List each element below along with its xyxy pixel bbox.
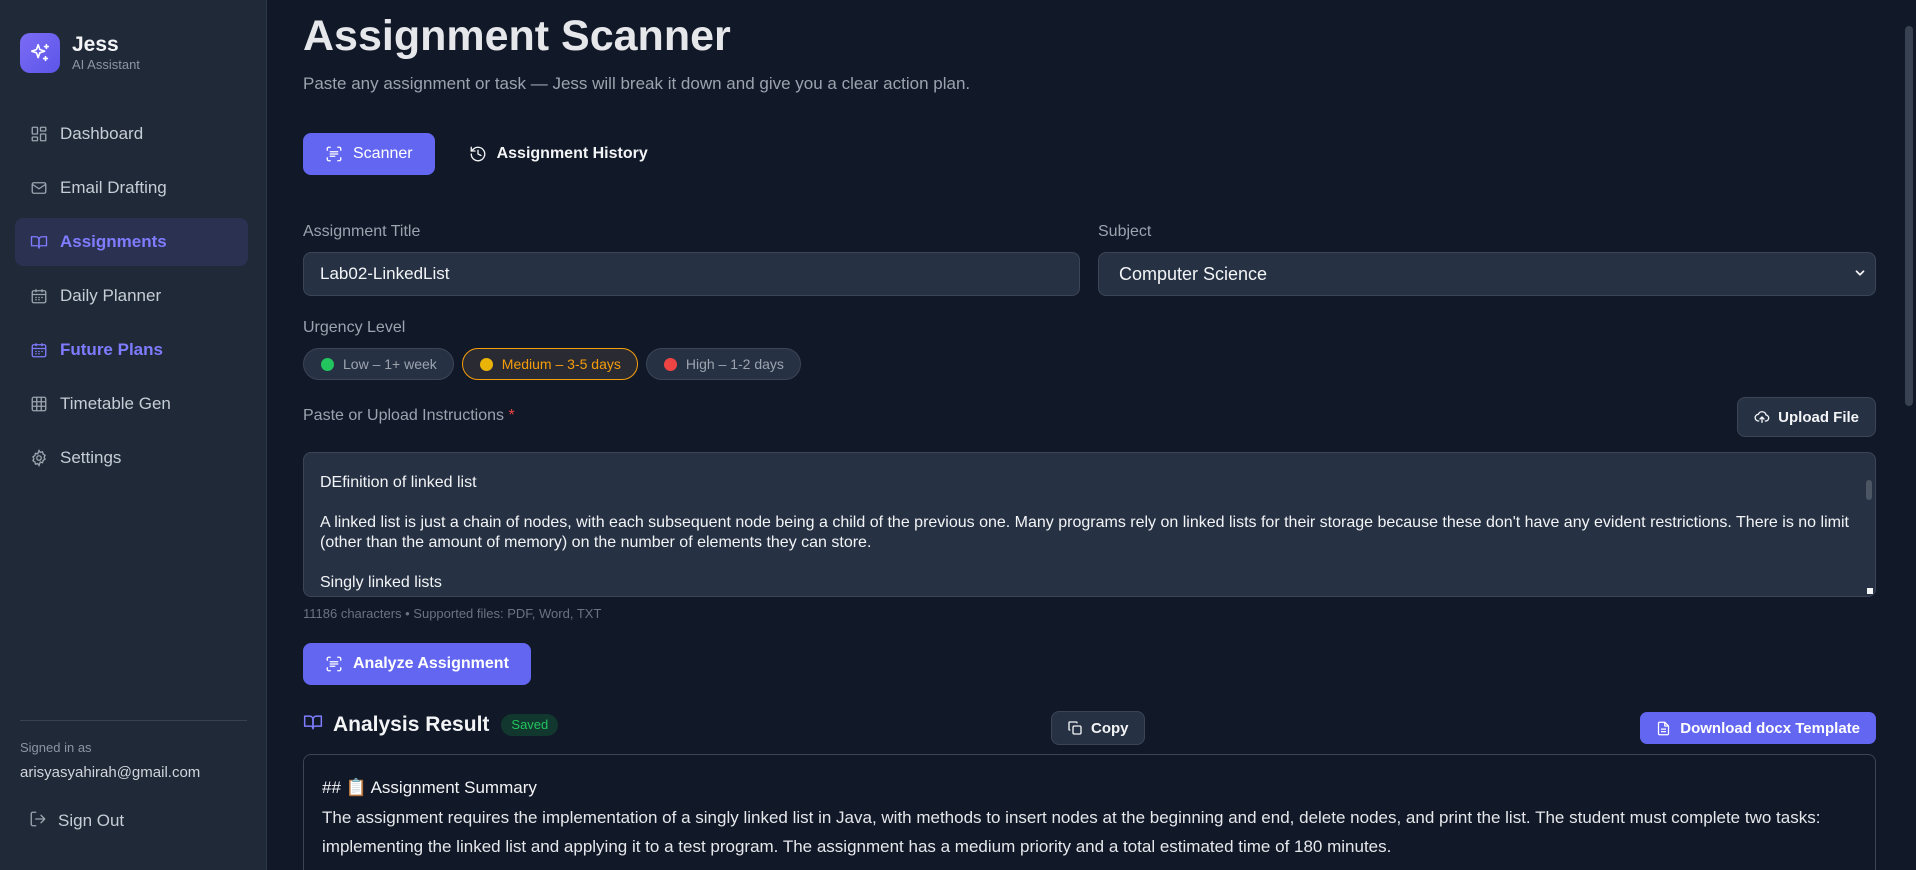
upload-file-button[interactable]: Upload File bbox=[1737, 397, 1876, 437]
sidebar-item-email-drafting[interactable]: Email Drafting bbox=[15, 164, 248, 212]
grid-icon bbox=[29, 394, 49, 414]
page-scrollbar[interactable] bbox=[1905, 26, 1913, 406]
tab-scanner-label: Scanner bbox=[353, 145, 413, 162]
urgency-label: Urgency Level bbox=[303, 319, 406, 336]
dashboard-icon bbox=[29, 124, 49, 144]
urgency-high-label: High – 1-2 days bbox=[685, 356, 784, 372]
sidebar-item-settings[interactable]: Settings bbox=[15, 434, 248, 482]
analyze-assignment-button[interactable]: Analyze Assignment bbox=[303, 643, 531, 685]
tab-bar: Scanner Assignment History bbox=[303, 133, 670, 175]
cloud-upload-icon bbox=[1754, 409, 1770, 425]
result-summary: The assignment requires the implementati… bbox=[322, 808, 1821, 856]
yellow-dot-icon bbox=[479, 357, 493, 371]
sign-out-label: Sign Out bbox=[58, 811, 125, 830]
sign-out-button[interactable]: Sign Out bbox=[15, 804, 124, 838]
urgency-high-chip[interactable]: High – 1-2 days bbox=[645, 348, 801, 380]
copy-label: Copy bbox=[1091, 719, 1129, 737]
book-open-icon bbox=[29, 232, 49, 252]
sidebar-item-assignments[interactable]: Assignments bbox=[15, 218, 248, 266]
download-docx-template-button[interactable]: Download docx Template bbox=[1640, 712, 1876, 744]
sidebar-item-label: Settings bbox=[60, 448, 122, 467]
textarea-resize-handle[interactable] bbox=[1867, 588, 1873, 594]
document-icon bbox=[1656, 721, 1671, 736]
instructions-textarea[interactable]: DEfinition of linked list A linked list … bbox=[303, 452, 1876, 597]
result-heading: ## 📋 Assignment Summary bbox=[322, 778, 537, 797]
instructions-label-text: Paste or Upload Instructions bbox=[303, 407, 504, 424]
scan-icon bbox=[325, 655, 343, 673]
upload-file-label: Upload File bbox=[1778, 408, 1859, 426]
urgency-low-label: Low – 1+ week bbox=[343, 356, 437, 372]
sidebar-item-label: Future Plans bbox=[60, 340, 163, 359]
copy-icon bbox=[1067, 720, 1083, 736]
sidebar-item-daily-planner[interactable]: Daily Planner bbox=[15, 272, 248, 320]
analysis-result-title: Analysis Result bbox=[333, 712, 490, 736]
urgency-medium-label: Medium – 3-5 days bbox=[501, 356, 621, 372]
tab-history-label: Assignment History bbox=[496, 145, 648, 162]
sidebar-item-dashboard[interactable]: Dashboard bbox=[15, 110, 248, 158]
scan-icon bbox=[325, 145, 343, 163]
required-mark: * bbox=[508, 407, 515, 424]
gear-icon bbox=[29, 448, 49, 468]
signed-in-label: Signed in as bbox=[20, 740, 92, 755]
sidebar: Jess AI Assistant Dashboard Email Drafti… bbox=[0, 0, 267, 870]
analysis-result-box: ## 📋 Assignment Summary The assignment r… bbox=[303, 754, 1876, 870]
sidebar-item-label: Dashboard bbox=[60, 124, 144, 143]
history-icon bbox=[469, 145, 487, 163]
textarea-scrollbar[interactable] bbox=[1866, 480, 1872, 500]
instructions-label: Paste or Upload Instructions * bbox=[303, 407, 515, 425]
green-dot-icon bbox=[321, 357, 334, 371]
brand[interactable]: Jess AI Assistant bbox=[20, 33, 140, 73]
user-email: arisyasyahirah@gmail.com bbox=[20, 764, 201, 781]
sparkles-icon bbox=[20, 33, 60, 73]
red-dot-icon bbox=[663, 357, 677, 371]
urgency-medium-chip[interactable]: Medium – 3-5 days bbox=[461, 348, 638, 380]
calendar-icon bbox=[29, 340, 49, 360]
sidebar-nav: Dashboard Email Drafting Assignments Dai… bbox=[15, 110, 248, 488]
page-subtitle: Paste any assignment or task — Jess will… bbox=[303, 74, 971, 93]
tab-scanner[interactable]: Scanner bbox=[303, 133, 435, 175]
character-count: 11186 characters • Supported files: PDF,… bbox=[303, 606, 602, 621]
copy-button[interactable]: Copy bbox=[1051, 711, 1145, 745]
saved-badge: Saved bbox=[501, 713, 559, 736]
urgency-options: Low – 1+ week Medium – 3-5 days High – 1… bbox=[303, 348, 809, 380]
instructions-line: A linked list is just a chain of nodes, … bbox=[320, 514, 1849, 551]
page-title: Assignment Scanner bbox=[303, 12, 731, 60]
sidebar-item-future-plans[interactable]: Future Plans bbox=[15, 326, 248, 374]
assignment-title-label: Assignment Title bbox=[303, 223, 421, 240]
instructions-line: DEfinition of linked list bbox=[320, 474, 477, 491]
analysis-result-header: Analysis Result Saved bbox=[303, 712, 559, 737]
brand-subtitle: AI Assistant bbox=[72, 57, 140, 72]
logout-icon bbox=[29, 810, 47, 833]
sidebar-divider bbox=[20, 720, 247, 721]
instructions-line: Singly linked lists bbox=[320, 574, 442, 591]
brand-name: Jess bbox=[72, 33, 119, 56]
tab-assignment-history[interactable]: Assignment History bbox=[453, 133, 670, 175]
analyze-assignment-label: Analyze Assignment bbox=[353, 655, 509, 672]
calendar-icon bbox=[29, 286, 49, 306]
subject-select-value: Computer Science bbox=[1119, 263, 1268, 284]
sidebar-item-timetable-gen[interactable]: Timetable Gen bbox=[15, 380, 248, 428]
sidebar-item-label: Daily Planner bbox=[60, 286, 162, 305]
sidebar-item-label: Email Drafting bbox=[60, 178, 167, 197]
sidebar-item-label: Timetable Gen bbox=[60, 394, 171, 413]
urgency-low-chip[interactable]: Low – 1+ week bbox=[303, 348, 454, 380]
subject-label: Subject bbox=[1098, 223, 1152, 240]
subject-select[interactable]: Computer Science bbox=[1098, 252, 1876, 296]
download-docx-label: Download docx Template bbox=[1680, 719, 1860, 737]
mail-icon bbox=[29, 178, 49, 198]
chevron-down-icon bbox=[1853, 264, 1867, 285]
sidebar-item-label: Assignments bbox=[60, 232, 167, 251]
book-open-icon bbox=[303, 712, 323, 737]
assignment-title-input[interactable]: Lab02-LinkedList bbox=[303, 252, 1080, 296]
